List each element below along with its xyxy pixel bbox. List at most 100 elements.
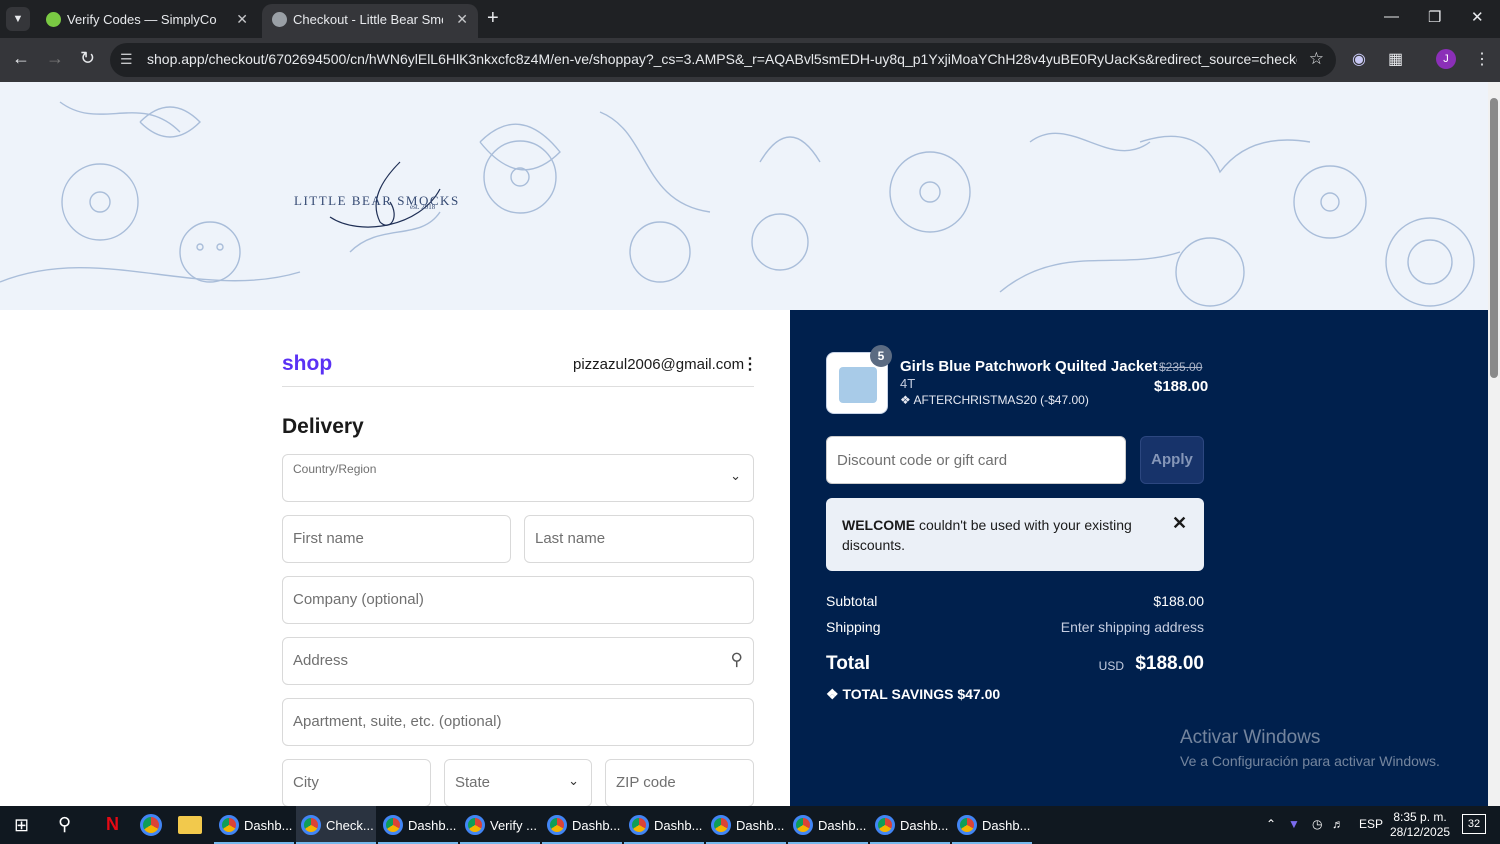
savings-value: $47.00	[957, 686, 1001, 702]
shipping-label: Shipping	[826, 619, 881, 635]
product-variant: 4T	[900, 376, 916, 391]
volume-icon[interactable]: ♬	[1332, 817, 1344, 831]
tab-checkout[interactable]: Checkout - Little Bear Smocks ✕	[262, 4, 478, 38]
chrome-icon	[383, 815, 403, 835]
file-explorer-icon[interactable]	[178, 816, 202, 834]
extensions-puzzle-icon[interactable]: ▦	[1388, 49, 1403, 69]
shop-pay-logo: shop	[282, 352, 333, 375]
close-window-icon[interactable]: ✕	[1471, 8, 1484, 26]
taskbar-app[interactable]: Dashb...	[378, 806, 458, 844]
taskbar-app-label: Dashb...	[982, 818, 1031, 833]
language-indicator[interactable]: ESP	[1359, 817, 1383, 831]
delivery-heading: Delivery	[282, 415, 364, 438]
netflix-icon[interactable]: N	[106, 814, 119, 835]
url-text[interactable]: shop.app/checkout/6702694500/cn/hWN6ylEl…	[147, 51, 1297, 67]
notice-message: WELCOME couldn't be used with your exist…	[842, 515, 1142, 555]
apartment-field[interactable]: Apartment, suite, etc. (optional)	[282, 698, 754, 746]
address-field[interactable]: Address ⚲	[282, 637, 754, 685]
apartment-placeholder: Apartment, suite, etc. (optional)	[293, 713, 502, 730]
chrome-icon[interactable]	[140, 814, 162, 836]
account-email: pizzazul2006@gmail.com	[573, 356, 745, 373]
search-icon[interactable]: ⚲	[58, 814, 71, 835]
tab-verify-codes[interactable]: Verify Codes — SimplyCodes ✕	[36, 4, 258, 38]
taskbar-app[interactable]: Verify ...	[460, 806, 540, 844]
notification-center[interactable]: 32	[1462, 814, 1486, 834]
state-placeholder: State	[455, 774, 491, 791]
zip-placeholder: ZIP code	[616, 774, 676, 791]
product-discount: ❖ AFTERCHRISTMAS20 (-$47.00)	[900, 393, 1089, 407]
total-currency: USD	[1098, 659, 1124, 673]
scroll-thumb[interactable]	[1490, 98, 1498, 378]
vpn-icon[interactable]: ▼	[1288, 817, 1300, 831]
tab-strip: ▼ Verify Codes — SimplyCodes ✕ Checkout …	[0, 0, 1500, 38]
shipping-row: Shipping Enter shipping address	[826, 619, 1204, 635]
network-icon[interactable]: ◷	[1312, 817, 1322, 831]
taskbar-app-label: Dashb...	[408, 818, 457, 833]
tab-title: Checkout - Little Bear Smocks	[293, 12, 443, 27]
subtotal-value: $188.00	[1153, 593, 1204, 609]
taskbar-app-label: Dashb...	[736, 818, 785, 833]
city-field[interactable]: City	[282, 759, 431, 806]
taskbar-app[interactable]: Dashb...	[214, 806, 294, 844]
item-price: $188.00	[1154, 378, 1209, 395]
chrome-icon	[875, 815, 895, 835]
profile-avatar[interactable]: J	[1436, 49, 1456, 69]
taskbar-app[interactable]: Dashb...	[624, 806, 704, 844]
chrome-icon	[465, 815, 485, 835]
checkout-page: LITTLE BEAR SMOCKS est. 2018 shop pizzaz…	[0, 82, 1488, 806]
menu-kebab-icon[interactable]: ⋮	[1474, 49, 1490, 69]
taskbar-app[interactable]: Dashb...	[870, 806, 950, 844]
order-summary: 5 Girls Blue Patchwork Quilted Jacket 4T…	[790, 310, 1488, 806]
globe-favicon-icon	[272, 12, 287, 27]
subtotal-row: Subtotal $188.00	[826, 593, 1204, 609]
store-banner: LITTLE BEAR SMOCKS est. 2018	[0, 82, 1488, 310]
taskbar-app[interactable]: Check...	[296, 806, 376, 844]
total-label: Total	[826, 653, 870, 674]
close-notice-icon[interactable]: ✕	[1172, 513, 1187, 534]
forward-icon[interactable]: →	[46, 48, 64, 69]
zip-field[interactable]: ZIP code	[605, 759, 754, 806]
total-value: $188.00	[1135, 653, 1204, 674]
account-menu-icon[interactable]: ⋮	[742, 354, 758, 374]
tray-overflow-icon[interactable]: ⌃	[1266, 817, 1276, 831]
address-bar[interactable]: ☰ shop.app/checkout/6702694500/cn/hWN6yl…	[110, 43, 1336, 77]
bookmark-star-icon[interactable]: ☆	[1309, 49, 1324, 69]
first-name-field[interactable]: First name	[282, 515, 511, 563]
clock-date: 28/12/2025	[1390, 825, 1451, 839]
reload-icon[interactable]: ↻	[80, 48, 95, 69]
close-tab-icon[interactable]: ✕	[236, 11, 248, 28]
last-name-field[interactable]: Last name	[524, 515, 754, 563]
system-clock[interactable]: 8:35 p. m. 28/12/2025	[1390, 810, 1450, 840]
taskbar-app[interactable]: Dashb...	[788, 806, 868, 844]
windows-start-icon[interactable]: ⊞	[14, 815, 29, 836]
taskbar-app[interactable]: Dashb...	[952, 806, 1032, 844]
close-tab-icon[interactable]: ✕	[456, 11, 468, 28]
shipping-value: Enter shipping address	[1060, 619, 1204, 635]
product-discount-code: AFTERCHRISTMAS20 (-$47.00)	[913, 393, 1089, 407]
last-name-placeholder: Last name	[535, 530, 606, 547]
notice-code: WELCOME	[842, 517, 916, 533]
first-name-placeholder: First name	[293, 530, 364, 547]
taskbar-app-label: Dashb...	[654, 818, 703, 833]
back-icon[interactable]: ←	[12, 48, 30, 69]
taskbar-app-label: Dashb...	[818, 818, 867, 833]
taskbar-app[interactable]: Dashb...	[542, 806, 622, 844]
taskbar-app[interactable]: Dashb...	[706, 806, 786, 844]
extension-icon[interactable]: ◉	[1352, 49, 1366, 69]
company-field[interactable]: Company (optional)	[282, 576, 754, 624]
tab-search-icon[interactable]: ▼	[6, 7, 30, 31]
minimize-icon[interactable]: —	[1384, 8, 1399, 25]
page-scrollbar[interactable]	[1488, 82, 1500, 806]
new-tab-icon[interactable]: +	[487, 7, 499, 30]
apply-button[interactable]: Apply	[1140, 436, 1204, 484]
state-select[interactable]: State ⌄	[444, 759, 592, 806]
store-logo-est: est. 2018	[410, 203, 436, 211]
address-placeholder: Address	[293, 652, 349, 669]
taskbar-app-label: Verify ...	[490, 818, 537, 833]
chevron-down-icon: ⌄	[568, 773, 579, 788]
taskbar-app-label: Dashb...	[244, 818, 293, 833]
restore-icon[interactable]: ❐	[1428, 8, 1441, 26]
country-select[interactable]: Country/Region ⌄	[282, 454, 754, 502]
discount-code-input[interactable]: Discount code or gift card	[826, 436, 1126, 484]
site-info-icon[interactable]: ☰	[120, 51, 133, 68]
